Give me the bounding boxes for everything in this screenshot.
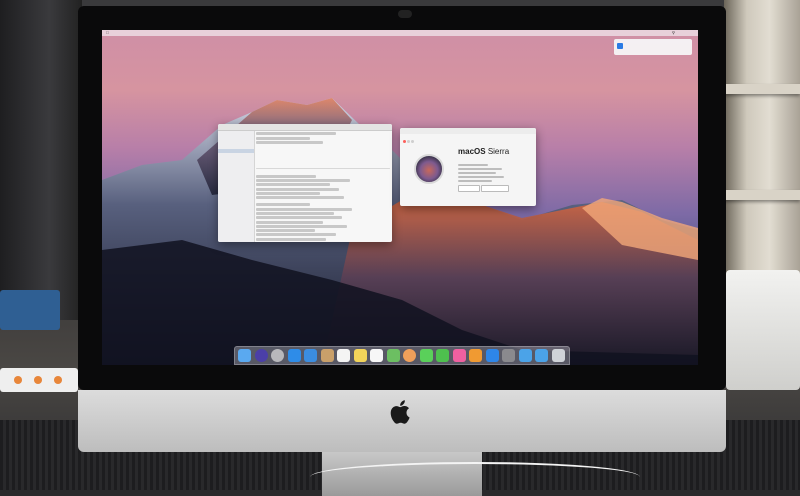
spec-line bbox=[458, 172, 496, 175]
divider bbox=[256, 167, 390, 169]
zoom-icon[interactable] bbox=[411, 139, 414, 143]
power-cable bbox=[310, 462, 640, 492]
system-information-window[interactable] bbox=[218, 124, 392, 242]
siri-icon[interactable] bbox=[254, 349, 268, 362]
detail-line bbox=[256, 224, 348, 228]
maps-icon[interactable] bbox=[386, 349, 400, 362]
notification-banner[interactable] bbox=[614, 39, 692, 55]
calendar-icon[interactable] bbox=[337, 349, 350, 362]
detail-line bbox=[256, 196, 345, 200]
system-report-button[interactable] bbox=[458, 185, 480, 192]
spec-line bbox=[458, 176, 504, 179]
detail-line bbox=[256, 211, 334, 215]
detail-line bbox=[256, 192, 321, 196]
blue-device bbox=[0, 290, 60, 330]
detail-line bbox=[256, 237, 326, 241]
power-strip bbox=[0, 368, 78, 392]
photos-icon[interactable] bbox=[403, 349, 416, 362]
folder-icon[interactable] bbox=[518, 349, 532, 362]
detail-line bbox=[256, 187, 340, 191]
detail-line bbox=[256, 203, 310, 207]
messages-icon[interactable] bbox=[419, 349, 433, 362]
detail-line bbox=[256, 136, 310, 140]
detail-line bbox=[256, 132, 337, 136]
os-name: macOS bbox=[458, 147, 486, 156]
spec-line bbox=[458, 164, 488, 167]
apple-logo-icon bbox=[390, 400, 410, 424]
trash-icon[interactable] bbox=[551, 349, 565, 362]
ibooks-icon[interactable] bbox=[469, 349, 482, 362]
detail-line bbox=[256, 220, 323, 224]
os-version-name: Sierra bbox=[487, 147, 510, 156]
launchpad-icon[interactable] bbox=[271, 349, 284, 362]
detail-line bbox=[256, 207, 353, 211]
spec-line bbox=[458, 180, 492, 183]
detail-line bbox=[256, 174, 317, 178]
detail-line bbox=[256, 179, 350, 183]
menu-bar[interactable]:  ⚲ bbox=[102, 30, 698, 36]
close-icon[interactable] bbox=[403, 139, 406, 143]
window-titlebar[interactable] bbox=[218, 124, 392, 139]
shelf-board bbox=[724, 190, 800, 200]
contacts-icon[interactable] bbox=[320, 349, 334, 362]
detail-line bbox=[256, 216, 342, 220]
spotlight-icon[interactable]: ⚲ bbox=[672, 30, 675, 36]
window-controls[interactable] bbox=[403, 130, 415, 148]
system-preferences-icon[interactable] bbox=[502, 349, 515, 362]
left-shelf bbox=[0, 0, 82, 320]
facetime-camera bbox=[398, 10, 412, 18]
app-store-icon[interactable] bbox=[485, 349, 499, 362]
right-shelf bbox=[724, 0, 800, 300]
detail-line bbox=[256, 229, 315, 233]
outlet bbox=[54, 376, 62, 384]
window-titlebar[interactable] bbox=[400, 128, 536, 143]
outlet bbox=[34, 376, 42, 384]
screen:  ⚲ bbox=[102, 30, 698, 365]
sidebar-item[interactable] bbox=[218, 228, 254, 232]
detail-line bbox=[256, 183, 330, 187]
minimize-icon[interactable] bbox=[407, 139, 410, 143]
macos-sierra-icon bbox=[414, 154, 444, 184]
notification-app-icon bbox=[617, 43, 623, 49]
mail-icon[interactable] bbox=[304, 349, 317, 362]
downloads-icon[interactable] bbox=[535, 349, 548, 362]
detail-line bbox=[256, 233, 337, 237]
sidebar[interactable] bbox=[218, 131, 255, 242]
finder-icon[interactable] bbox=[238, 349, 251, 362]
detail-line bbox=[256, 140, 323, 144]
shelf-board bbox=[724, 84, 800, 94]
reminders-icon[interactable] bbox=[370, 349, 383, 362]
os-title: macOS Sierra bbox=[458, 147, 509, 156]
dock[interactable] bbox=[234, 346, 570, 365]
software-update-button[interactable] bbox=[481, 185, 509, 192]
about-this-mac-window[interactable]: macOS Sierra bbox=[400, 128, 536, 206]
notes-icon[interactable] bbox=[353, 349, 367, 362]
detail-pane bbox=[256, 131, 390, 242]
white-tray bbox=[726, 270, 800, 390]
safari-icon[interactable] bbox=[287, 349, 301, 362]
apple-menu-icon[interactable]:  bbox=[106, 30, 109, 36]
itunes-icon[interactable] bbox=[452, 349, 466, 362]
spec-line bbox=[458, 168, 502, 171]
facetime-icon[interactable] bbox=[436, 349, 449, 362]
outlet bbox=[14, 376, 22, 384]
